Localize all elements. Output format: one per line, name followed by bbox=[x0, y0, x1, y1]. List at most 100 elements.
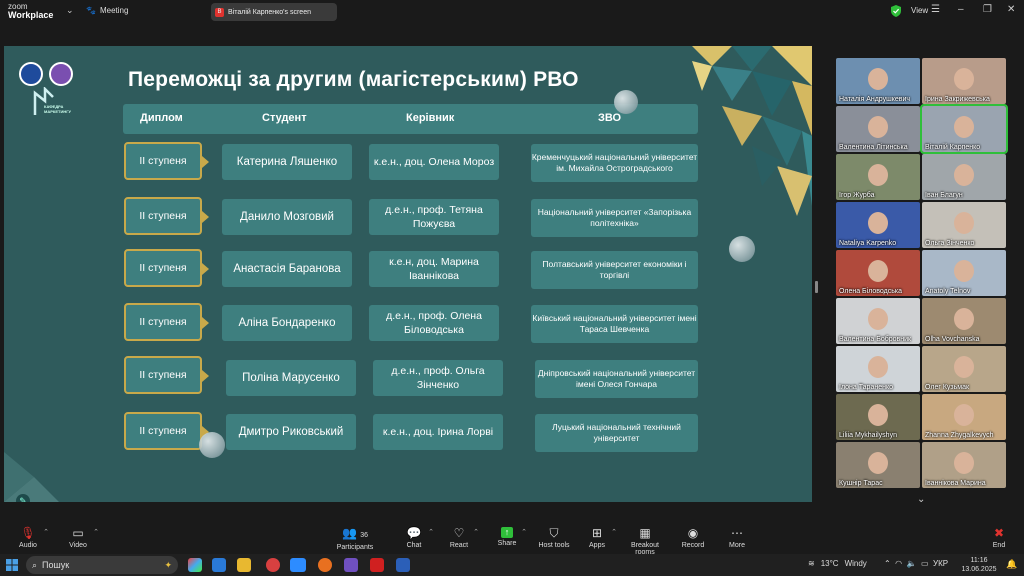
copilot-icon[interactable] bbox=[188, 558, 202, 572]
participant-name: Olha Vovchanska bbox=[925, 336, 980, 343]
breakout-rooms-button[interactable]: ▦ Breakout rooms bbox=[621, 527, 669, 557]
viber-icon[interactable] bbox=[344, 558, 358, 572]
decorative-bubble bbox=[614, 90, 638, 114]
chrome-icon[interactable] bbox=[266, 558, 280, 572]
weather-widget[interactable]: ≋ 13°C Windy bbox=[808, 559, 867, 568]
participant-avatar bbox=[954, 308, 974, 330]
supervisor-cell: к.е.н., доц. Ірина Лорві bbox=[373, 414, 503, 450]
participant-tile[interactable]: Валентина Літинська bbox=[836, 106, 920, 152]
edge-browser-icon[interactable] bbox=[212, 558, 226, 572]
slide-title: Переможці за другим (магістерським) РВО bbox=[128, 68, 579, 91]
paw-icon: 🐾 bbox=[86, 6, 96, 15]
minimize-icon[interactable]: – bbox=[958, 4, 964, 15]
meeting-menu[interactable]: 🐾 Meeting bbox=[86, 6, 128, 15]
participant-tile[interactable]: Nataliya Karpenko bbox=[836, 202, 920, 248]
participant-tile[interactable]: Наталія Андрушкевич bbox=[836, 58, 920, 104]
host-tools-button[interactable]: ⛉ Host tools bbox=[538, 527, 570, 550]
participant-tile[interactable]: Кушнір Тарас bbox=[836, 442, 920, 488]
participant-tile[interactable]: Zhanna Zhygalkevych bbox=[922, 394, 1006, 440]
speaker-icon[interactable]: 🔈 bbox=[907, 559, 917, 568]
participant-name: Кушнір Тарас bbox=[839, 480, 883, 487]
screen-share-indicator[interactable]: В Віталій Карпенко's screen bbox=[211, 3, 337, 21]
supervisor-cell: к.е.н, доц. Марина Іваннікова bbox=[369, 251, 499, 287]
participant-tile[interactable]: Ігор Журба bbox=[836, 154, 920, 200]
search-icon: ⌕ bbox=[32, 559, 38, 570]
chevron-up-icon[interactable]: ⌃ bbox=[521, 528, 527, 536]
record-button[interactable]: ◉ Record bbox=[681, 527, 705, 550]
chevron-up-icon[interactable]: ⌃ bbox=[611, 528, 617, 536]
diploma-badge: ІІ ступеня bbox=[124, 142, 209, 180]
view-menu-icon[interactable]: ☰ bbox=[931, 4, 940, 15]
header-diploma: Диплом bbox=[140, 112, 183, 124]
chevron-down-icon[interactable]: ⌄ bbox=[66, 5, 74, 16]
participant-tile[interactable]: Ілона Тараненко bbox=[836, 346, 920, 392]
system-tray[interactable]: ⌃ ◠ 🔈 ▭ УКР bbox=[884, 559, 948, 568]
chevron-up-icon[interactable]: ⌃ bbox=[43, 528, 49, 536]
participant-name: Ігор Журба bbox=[839, 192, 875, 199]
participant-tile[interactable]: Anatoly Telnov bbox=[922, 250, 1006, 296]
notification-bell-icon[interactable]: 🔔 bbox=[1006, 559, 1017, 570]
participant-name: Іваннікова Марина bbox=[925, 480, 986, 487]
participant-tile[interactable]: Іваннікова Марина bbox=[922, 442, 1006, 488]
weather-icon: ≋ bbox=[808, 559, 815, 568]
share-button[interactable]: ↑ Share ⌃ bbox=[497, 527, 527, 547]
student-cell: Поліна Марусенко bbox=[226, 360, 356, 396]
end-button[interactable]: ✖ End bbox=[989, 527, 1009, 550]
language-indicator[interactable]: УКР bbox=[933, 559, 948, 568]
word-icon[interactable] bbox=[396, 558, 410, 572]
participant-tile[interactable]: Віталій Карпенко bbox=[920, 104, 1008, 154]
participants-icon: 👥 36 bbox=[341, 526, 369, 540]
windows-start-icon[interactable] bbox=[6, 559, 18, 571]
supervisor-cell: д.е.н., проф. Ольга Зінченко bbox=[373, 360, 503, 396]
decorative-bubble bbox=[729, 236, 755, 262]
participant-tile[interactable]: Іван Благун bbox=[922, 154, 1006, 200]
partner-logo bbox=[49, 62, 73, 86]
react-button[interactable]: ♡ React ⌃ bbox=[449, 526, 479, 550]
participant-name: Валентина Літинська bbox=[839, 144, 908, 151]
participant-tile[interactable]: Валентина Бобровник bbox=[836, 298, 920, 344]
apps-icon: ⊞ bbox=[591, 526, 603, 540]
security-shield-icon[interactable] bbox=[891, 5, 901, 17]
heart-icon: ♡ bbox=[453, 526, 465, 540]
chevron-down-icon[interactable]: ⌄ bbox=[917, 494, 925, 505]
participant-tile[interactable]: Ірина Закрижевська bbox=[922, 58, 1006, 104]
zoom-app-icon[interactable] bbox=[290, 558, 306, 572]
apps-button[interactable]: ⊞ Apps ⌃ bbox=[587, 526, 617, 550]
audio-button[interactable]: 🎙 Audio ⌃ bbox=[17, 527, 49, 550]
participant-name: Валентина Бобровник bbox=[839, 336, 912, 343]
participant-tile[interactable]: Liliia Mykhailyshyn bbox=[836, 394, 920, 440]
student-cell: Аліна Бондаренко bbox=[222, 305, 352, 341]
restore-icon[interactable]: ❐ bbox=[983, 4, 992, 15]
file-explorer-icon[interactable] bbox=[237, 558, 251, 572]
acrobat-icon[interactable] bbox=[370, 558, 384, 572]
chat-button[interactable]: 💬 Chat ⌃ bbox=[404, 526, 434, 550]
participant-tile[interactable]: Олена Біловодська bbox=[836, 250, 920, 296]
participants-button[interactable]: 👥 36 Participants bbox=[336, 526, 374, 552]
participant-tile[interactable]: Ольга Зінченко bbox=[922, 202, 1006, 248]
participant-name: Nataliya Karpenko bbox=[839, 240, 897, 247]
student-cell: Анастасія Баранова bbox=[222, 251, 352, 287]
view-button[interactable]: View bbox=[911, 6, 928, 15]
chevron-up-icon[interactable]: ⌃ bbox=[884, 559, 891, 568]
chat-icon: 💬 bbox=[406, 526, 422, 540]
chevron-up-icon[interactable]: ⌃ bbox=[93, 528, 99, 536]
chevron-up-icon[interactable]: ⌃ bbox=[428, 528, 434, 536]
taskbar-search[interactable]: ⌕ Пошук ✦ bbox=[26, 556, 178, 574]
annotate-pencil-icon[interactable]: ✎ bbox=[16, 494, 30, 502]
more-button[interactable]: ⋯ More bbox=[726, 527, 748, 550]
taskbar-clock[interactable]: 11:16 13.06.2025 bbox=[960, 556, 998, 574]
diploma-badge: ІІ ступеня bbox=[124, 303, 209, 341]
video-button[interactable]: ▭ Video ⌃ bbox=[67, 527, 99, 550]
participant-avatar bbox=[868, 212, 888, 234]
firefox-icon[interactable] bbox=[318, 558, 332, 572]
participant-avatar bbox=[868, 260, 888, 282]
header-student: Студент bbox=[262, 112, 307, 124]
panel-resize-handle[interactable] bbox=[815, 281, 818, 293]
wifi-icon[interactable]: ◠ bbox=[895, 559, 902, 568]
close-icon[interactable]: ✕ bbox=[1007, 4, 1015, 15]
chevron-up-icon[interactable]: ⌃ bbox=[473, 528, 479, 536]
participant-tile[interactable]: Olha Vovchanska bbox=[922, 298, 1006, 344]
decorative-corner-triangles bbox=[4, 452, 59, 502]
participant-tile[interactable]: Олег Кузьмак bbox=[922, 346, 1006, 392]
battery-icon[interactable]: ▭ bbox=[921, 559, 929, 568]
